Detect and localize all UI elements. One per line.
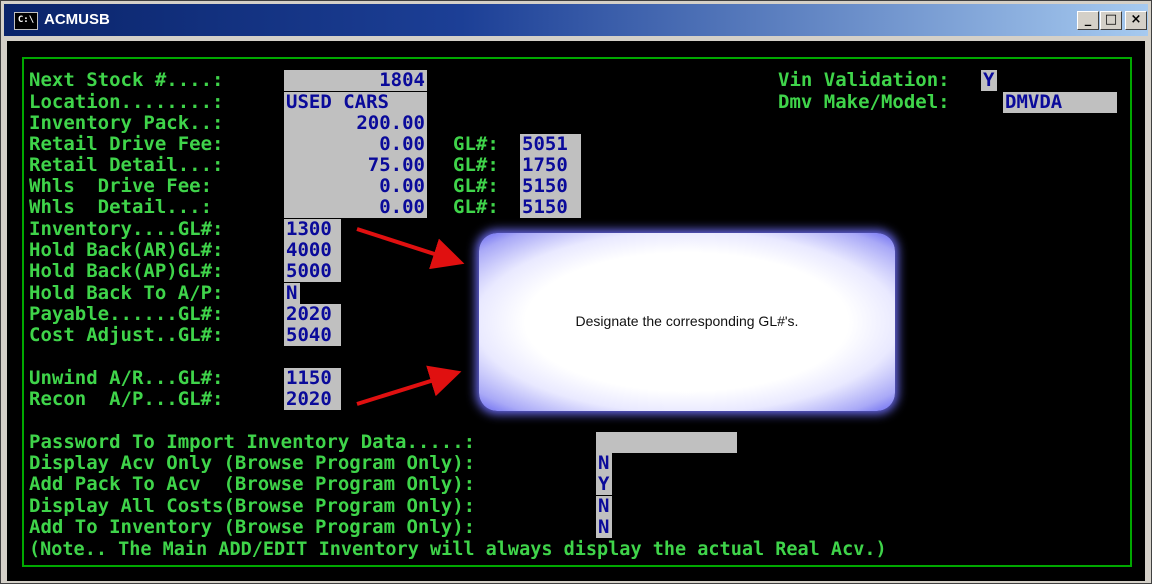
console-window: C:\ ACMUSB _ □ × Next Stock #....: Locat… [0,0,1152,584]
arrow-lower [356,365,462,406]
arrow-upper [356,227,465,270]
annotation-arrows [356,227,465,406]
